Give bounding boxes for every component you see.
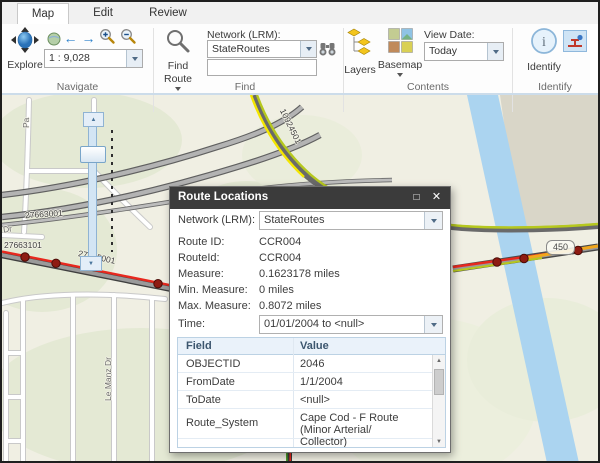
group-label-navigate: Navigate xyxy=(56,81,99,93)
slider-zoom-out-button[interactable]: ▼ xyxy=(80,256,102,271)
combo-dropdown-button[interactable] xyxy=(487,43,503,60)
basemap-icon xyxy=(387,28,413,58)
dlg-time-combo[interactable]: 01/01/2004 to <null> xyxy=(259,315,443,334)
dlg-field-value: CCR004 xyxy=(259,236,302,248)
route-locations-dialog: Route Locations □ ✕ Network (LRM): State… xyxy=(169,186,451,453)
dlg-field-label: Route ID: xyxy=(178,236,225,248)
map-scale-combo[interactable]: 1 : 9,028 xyxy=(44,49,143,68)
dlg-field-value: 0.8072 miles xyxy=(259,300,322,312)
group-label-identify: Identify xyxy=(538,81,572,93)
table-row[interactable]: FromDate 1/1/2004 xyxy=(178,373,445,391)
table-scrollbar[interactable]: ▲ ▼ xyxy=(432,355,445,447)
scrollbar-thumb[interactable] xyxy=(434,369,444,395)
col-header-value: Value xyxy=(300,340,329,352)
route-label: 27663101 xyxy=(4,240,42,250)
combo-dropdown-button[interactable] xyxy=(424,212,442,229)
zoom-out-icon xyxy=(121,29,136,44)
tab-edit[interactable]: Edit xyxy=(80,3,126,24)
table-row[interactable]: OBJECTID 2046 xyxy=(178,355,445,373)
dlg-field-label: Measure: xyxy=(178,268,224,280)
combo-dropdown-button[interactable] xyxy=(300,41,316,57)
dlg-field-value: CCR004 xyxy=(259,252,302,264)
attribute-table-header: Field Value xyxy=(178,338,445,355)
dialog-title: Route Locations xyxy=(178,191,269,203)
street-label-le-manz-dr: Le Manz Dr xyxy=(103,357,113,401)
find-route-magnifier-icon xyxy=(165,28,191,59)
binoculars-icon xyxy=(319,43,336,56)
combo-dropdown-button[interactable] xyxy=(126,50,142,67)
full-extent-globe-button[interactable] xyxy=(45,30,62,47)
layers-icon xyxy=(347,28,373,63)
dlg-field-label: Max. Measure: xyxy=(178,300,251,312)
identify-button[interactable]: i Identify xyxy=(524,27,564,73)
dlg-time-label: Time: xyxy=(178,318,206,330)
find-route-button[interactable]: Find Route xyxy=(158,28,198,91)
dlg-network-label: Network (LRM): xyxy=(178,214,256,226)
combo-dropdown-button[interactable] xyxy=(424,316,442,333)
binoculars-search-button[interactable] xyxy=(319,41,336,58)
identify-route-locations-tool-button[interactable] xyxy=(563,30,587,52)
explore-icon xyxy=(11,27,39,58)
tab-review[interactable]: Review xyxy=(143,3,193,24)
group-label-contents: Contents xyxy=(406,81,450,93)
map-zoom-slider-handle[interactable] xyxy=(80,146,106,163)
table-row[interactable]: ToDate <null> xyxy=(178,391,445,409)
zoom-in-icon xyxy=(100,29,115,44)
scroll-down-icon[interactable]: ▼ xyxy=(433,436,445,447)
street-label-dr: Dr xyxy=(2,223,13,235)
map-zoom-slider-track[interactable] xyxy=(88,113,97,269)
route-input-field[interactable] xyxy=(207,59,317,76)
slider-zoom-in-button[interactable]: ▲ xyxy=(83,112,104,127)
view-date-combo[interactable]: Today xyxy=(424,42,504,61)
forward-arrow-icon: → xyxy=(81,29,96,46)
dlg-field-value: 0.1623178 miles xyxy=(259,268,340,280)
layers-button[interactable]: Layers xyxy=(344,28,376,76)
group-label-find: Find xyxy=(234,81,256,93)
basemap-button[interactable]: Basemap xyxy=(378,28,422,77)
identify-icon: i xyxy=(530,27,558,60)
zoom-in-button[interactable] xyxy=(99,28,116,45)
ribbon-tab-bar: Map Edit Review xyxy=(0,0,600,25)
col-header-field: Field xyxy=(186,340,212,352)
attribute-table: Field Value OBJECTID 2046 FromDate 1/1/2… xyxy=(177,337,446,448)
dlg-field-value: 0 miles xyxy=(259,284,294,296)
slider-tick-marks xyxy=(111,130,113,252)
route-shield-450: 450 xyxy=(546,240,575,255)
maximize-icon[interactable]: □ xyxy=(409,190,424,205)
previous-extent-button[interactable]: ← xyxy=(62,29,79,46)
dlg-field-label: RouteId: xyxy=(178,252,220,264)
network-lrm-combo[interactable]: StateRoutes xyxy=(207,40,317,58)
app-window: Map Edit Review Explore ← → 1: 9,028 Na… xyxy=(0,0,600,463)
explore-button[interactable]: Explore xyxy=(5,27,45,71)
tab-map[interactable]: Map xyxy=(17,3,69,25)
ribbon: Explore ← → 1 : 9,028 Navigate Find Rout… xyxy=(0,24,600,112)
zoom-out-button[interactable] xyxy=(120,28,137,45)
back-arrow-icon: ← xyxy=(63,29,78,46)
svg-text:i: i xyxy=(542,35,546,50)
view-date-label: View Date: xyxy=(424,29,475,41)
street-label-pa: Pa xyxy=(21,117,31,128)
find-route-dropdown-caret[interactable] xyxy=(175,87,181,91)
dialog-title-bar[interactable]: Route Locations □ ✕ xyxy=(170,187,450,209)
basemap-dropdown-caret[interactable] xyxy=(397,72,403,77)
identify-route-tool-icon xyxy=(568,34,583,47)
next-extent-button[interactable]: → xyxy=(80,29,97,46)
table-row[interactable]: Route_System Cape Cod - F Route (Minor A… xyxy=(178,409,445,447)
dlg-network-combo[interactable]: StateRoutes xyxy=(259,211,443,230)
scroll-up-icon[interactable]: ▲ xyxy=(433,355,445,367)
close-icon[interactable]: ✕ xyxy=(429,190,444,205)
dlg-field-label: Min. Measure: xyxy=(178,284,248,296)
